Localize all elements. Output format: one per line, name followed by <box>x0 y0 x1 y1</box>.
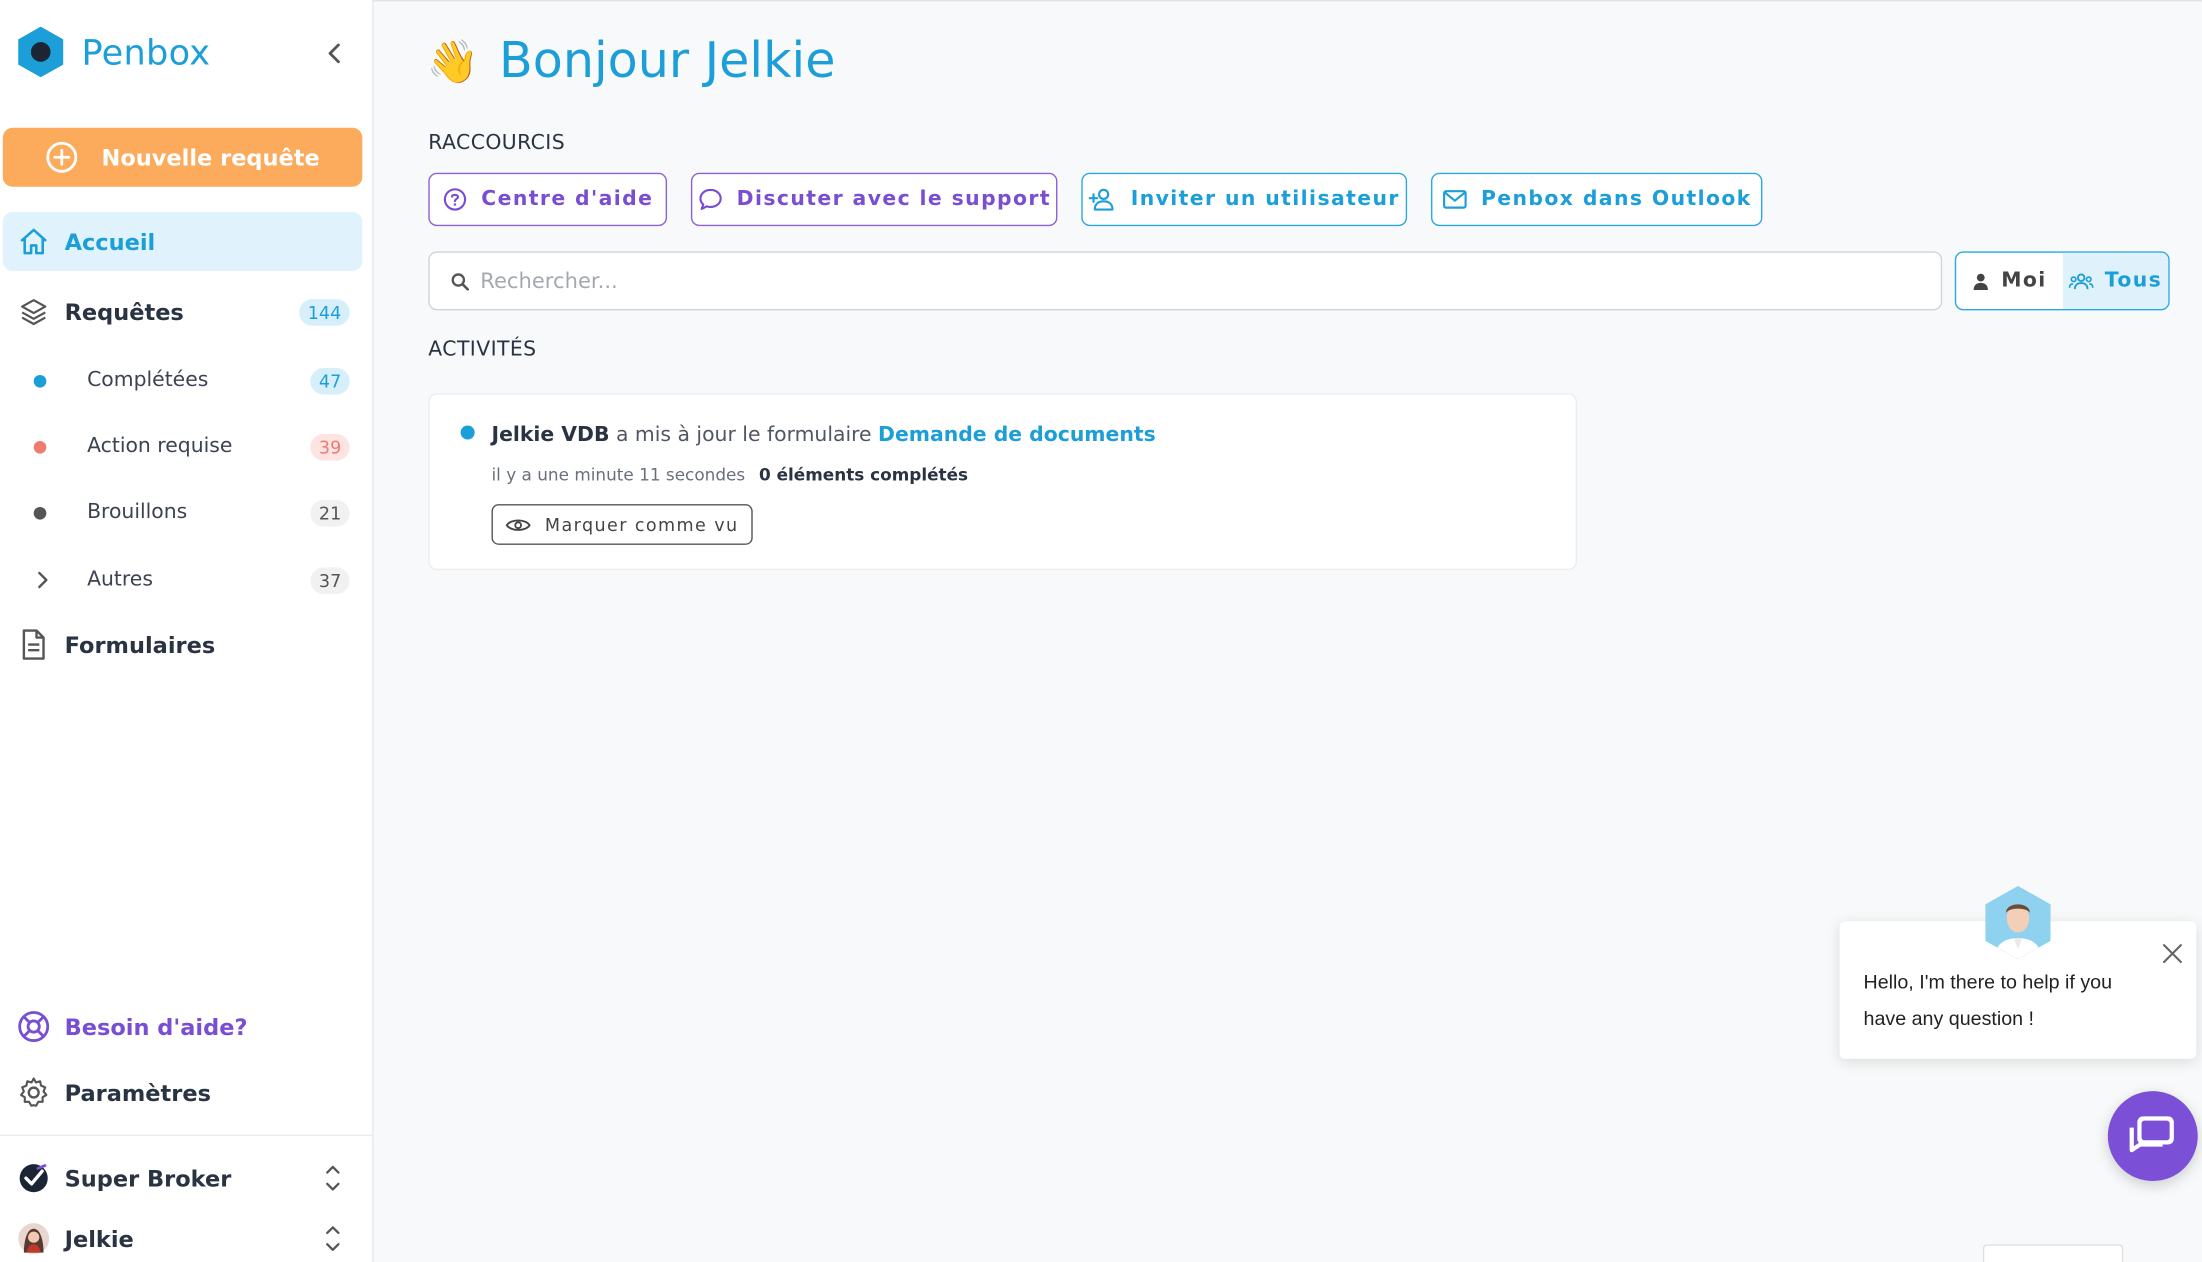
user-plus-icon <box>1088 188 1114 211</box>
sidebar-item-label: Brouillons <box>87 501 188 524</box>
sidebar-item-label: Action requise <box>87 435 233 458</box>
help-center-label: Centre d'aide <box>481 188 654 211</box>
activity-meta: il y a une minute 11 secondes 0 éléments… <box>492 465 969 485</box>
sidebar-item-label: Paramètres <box>64 1079 211 1106</box>
invite-user-button[interactable]: Inviter un utilisateur <box>1081 172 1408 227</box>
user-switch-button[interactable] <box>320 1222 345 1256</box>
sidebar-item-settings[interactable]: Paramètres <box>3 1063 363 1122</box>
eye-icon <box>505 518 531 531</box>
search-bar[interactable] <box>428 251 1943 311</box>
sidebar-item-label: Accueil <box>64 228 156 255</box>
organization-switch-button[interactable] <box>320 1161 345 1195</box>
sidebar-item-label: Formulaires <box>64 631 216 658</box>
penbox-logo-icon <box>18 26 64 78</box>
greeting-header: 👋 Bonjour Jelkie <box>427 31 836 93</box>
user-name: Jelkie <box>64 1225 134 1252</box>
chat-support-label: Discuter avec le support <box>736 188 1052 211</box>
status-dot <box>33 506 47 519</box>
support-agent-avatar-icon <box>1985 886 2051 960</box>
sidebar-item-help[interactable]: Besoin d'aide? <box>3 997 363 1056</box>
sidebar-item-others[interactable]: Autres 37 <box>0 559 362 601</box>
owner-filter-toggle[interactable]: Moi Tous <box>1954 251 2170 311</box>
plus-circle-icon <box>46 141 78 173</box>
activity-target-link[interactable]: Demande de documents <box>878 424 1156 446</box>
count-badge: 47 <box>310 367 350 394</box>
sidebar-item-home[interactable]: Accueil <box>2 212 363 272</box>
new-request-button[interactable]: Nouvelle requête <box>2 127 363 187</box>
status-dot <box>33 440 47 453</box>
sidebar-divider <box>0 1134 374 1137</box>
brand-logo[interactable]: Penbox <box>17 25 211 78</box>
chat-close-button[interactable] <box>2160 941 2185 966</box>
sidebar-item-requests[interactable]: Requêtes 144 <box>3 282 363 341</box>
sidebar-item-label: Requêtes <box>64 298 184 326</box>
new-request-label: Nouvelle requête <box>101 143 320 171</box>
collapse-sidebar-button[interactable] <box>320 38 348 69</box>
activity-time: il y a une minute 11 secondes <box>491 464 746 485</box>
organization-logo-icon <box>19 1164 48 1193</box>
activity-user: Jelkie VDB <box>491 424 610 447</box>
count-badge: 39 <box>310 433 350 460</box>
invite-user-label: Inviter un utilisateur <box>1130 188 1400 211</box>
close-icon <box>2162 944 2182 963</box>
filter-all-label: Tous <box>2104 269 2163 293</box>
organization-name: Super Broker <box>64 1164 232 1192</box>
document-icon <box>22 629 45 660</box>
sidebar-item-label: Besoin d'aide? <box>64 1013 248 1040</box>
status-dot <box>33 374 47 387</box>
home-icon <box>20 228 47 255</box>
filter-me-option[interactable]: Moi <box>1956 253 2062 309</box>
unread-dot <box>460 425 475 440</box>
sidebar-item-completed[interactable]: Complétées 47 <box>0 360 362 402</box>
sidebar-item-drafts[interactable]: Brouillons 21 <box>0 492 362 534</box>
count-badge: 144 <box>299 298 350 326</box>
activity-card: Jelkie VDB a mis à jour le formulaire De… <box>428 393 1578 571</box>
chevron-left-icon <box>328 43 340 64</box>
help-circle-icon <box>443 188 466 211</box>
bottom-corner-widget <box>1982 1244 2124 1262</box>
lifebuoy-icon <box>18 1011 50 1042</box>
organization-switcher[interactable]: Super Broker <box>3 1149 363 1208</box>
brand-name: Penbox <box>81 31 211 73</box>
chat-message: Hello, I'm there to help if you have any… <box>1863 970 2113 1030</box>
chat-support-button[interactable]: Discuter avec le support <box>690 172 1058 227</box>
activity-completed-count: 0 éléments complétés <box>758 464 969 485</box>
count-badge: 37 <box>310 566 350 594</box>
layers-icon <box>21 299 47 326</box>
shortcuts-title: RACCOURCIS <box>428 132 566 155</box>
page-title: Bonjour Jelkie <box>499 33 836 90</box>
sidebar-item-label: Complétées <box>87 369 209 392</box>
sidebar-item-label: Autres <box>87 568 153 592</box>
user-switcher[interactable]: Jelkie <box>3 1209 363 1262</box>
chat-bubble-icon <box>698 188 722 210</box>
user-icon <box>1973 273 1989 290</box>
user-avatar-icon <box>18 1223 50 1255</box>
count-badge: 21 <box>310 499 350 526</box>
filter-all-option[interactable]: Tous <box>2062 252 2169 309</box>
activity-description: Jelkie VDB a mis à jour le formulaire De… <box>492 424 1156 446</box>
gear-icon <box>20 1077 48 1107</box>
mail-icon <box>1442 190 1467 209</box>
sidebar: Penbox Nouvelle requête Accueil Requêtes… <box>0 0 374 1262</box>
mark-as-seen-button[interactable]: Marquer comme vu <box>491 504 753 545</box>
chevron-right-icon <box>38 571 48 589</box>
activity-action: a mis à jour le formulaire <box>615 424 872 447</box>
search-input[interactable] <box>480 268 1885 294</box>
outlook-addin-label: Penbox dans Outlook <box>1480 188 1752 211</box>
outlook-addin-button[interactable]: Penbox dans Outlook <box>1430 172 1763 227</box>
users-icon <box>2068 272 2094 289</box>
sidebar-item-forms[interactable]: Formulaires <box>3 615 363 674</box>
help-center-button[interactable]: Centre d'aide <box>428 172 668 227</box>
chevron-up-down-icon <box>326 1226 340 1251</box>
chevron-up-down-icon <box>326 1165 340 1191</box>
chat-icon <box>2129 1116 2174 1153</box>
chat-launcher-button[interactable] <box>2107 1091 2198 1182</box>
filter-me-label: Moi <box>2001 269 2047 293</box>
search-icon <box>451 272 470 290</box>
mark-as-seen-label: Marquer comme vu <box>544 513 739 536</box>
activities-title: ACTIVITÉS <box>428 338 537 361</box>
top-border <box>373 0 2202 2</box>
waving-hand-icon: 👋 <box>426 37 480 87</box>
sidebar-item-action-required[interactable]: Action requise 39 <box>0 426 362 468</box>
